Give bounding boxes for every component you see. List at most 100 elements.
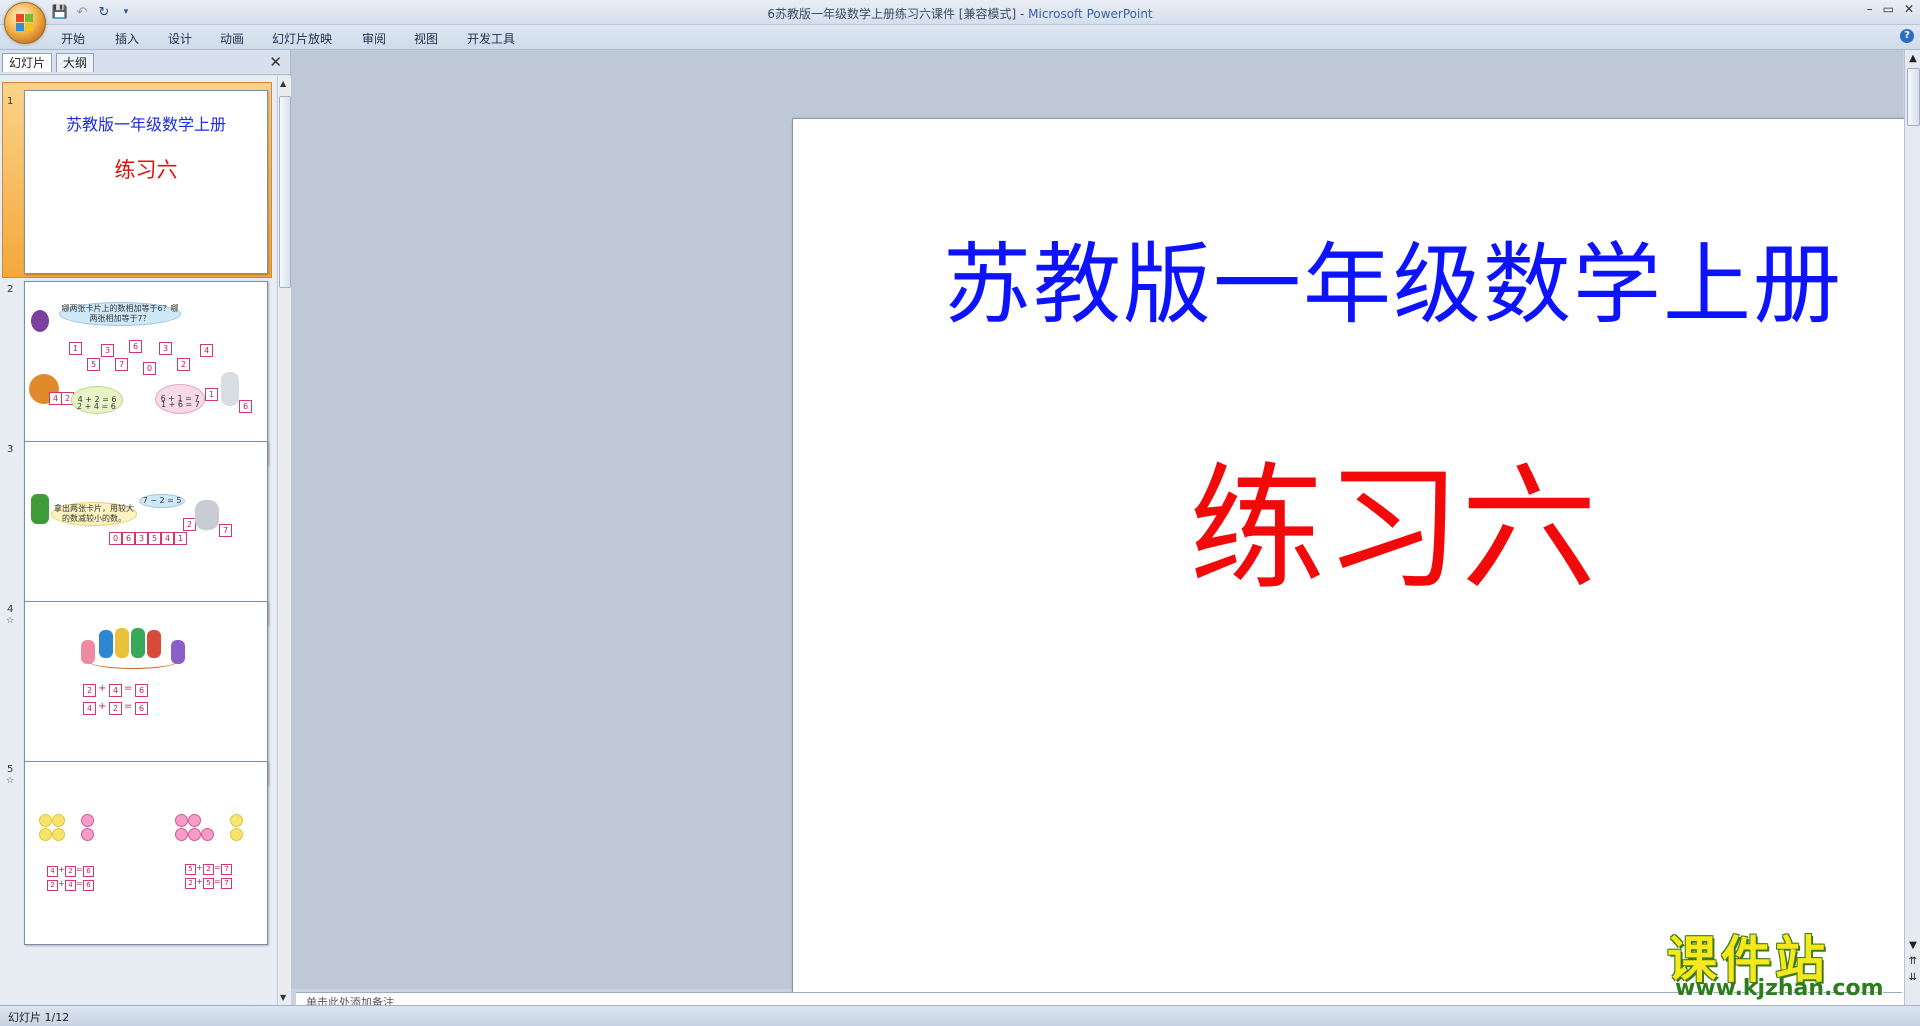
- number-card: 5: [203, 878, 214, 889]
- number-card: 6: [122, 532, 135, 545]
- watermark-url: www.kjzhan.com: [1675, 976, 1884, 1001]
- number-card: 1: [205, 388, 218, 401]
- thumbnail-number: 5: [7, 764, 14, 775]
- thumbnail-subtitle: 练习六: [114, 158, 178, 182]
- title-bar: 💾 ↶ ↻ ▾ 6苏教版一年级数学上册练习六课件 [兼容模式] - Micros…: [0, 0, 1920, 25]
- thumbnail-title: 苏教版一年级数学上册: [65, 115, 226, 134]
- number-card: 4: [83, 702, 96, 715]
- tab-home[interactable]: 开始: [61, 30, 85, 47]
- operator: =: [124, 701, 133, 712]
- thumbnail-number: 4: [7, 604, 14, 615]
- dinosaur-character-icon: [31, 494, 49, 524]
- close-button[interactable]: ✕: [1904, 2, 1914, 16]
- office-logo-icon: [16, 14, 34, 32]
- operator: +: [58, 879, 65, 888]
- notes-pane[interactable]: 单击此处添加备注: [296, 992, 1902, 1005]
- number-card: 4: [161, 532, 174, 545]
- scroll-down-arrow-icon[interactable]: ▼: [1907, 940, 1919, 951]
- operator: =: [124, 683, 133, 694]
- equation-bubble-right: 6 + 1 = 7: [155, 384, 205, 414]
- number-card: 7: [115, 358, 128, 371]
- window-title: 6苏教版一年级数学上册练习六课件 [兼容模式] - Microsoft Powe…: [0, 5, 1920, 22]
- close-panel-icon[interactable]: ✕: [269, 53, 282, 71]
- tab-animations[interactable]: 动画: [220, 30, 244, 47]
- tab-insert[interactable]: 插入: [115, 30, 139, 47]
- number-card: 4: [109, 684, 122, 697]
- rabbit-character-icon: [221, 372, 239, 406]
- operator: =: [214, 863, 221, 872]
- thumbnail-number: 3: [7, 444, 14, 455]
- operator: =: [214, 877, 221, 886]
- previous-slide-icon[interactable]: ⇈: [1907, 956, 1919, 967]
- number-card: 2: [185, 878, 196, 889]
- scrollbar-thumb[interactable]: [1907, 68, 1920, 126]
- number-card: 6: [83, 866, 94, 877]
- tab-review[interactable]: 审阅: [362, 30, 386, 47]
- number-card: 7: [221, 864, 232, 875]
- slide-thumbnail-3[interactable]: 拿出两张卡片，用较大的数减较小的数。 7 − 2 = 5 0 6 3 5 4 1…: [24, 441, 268, 625]
- number-card: 5: [148, 532, 161, 545]
- slide-scrollbar[interactable]: ▲ ▼ ⇈ ⇊: [1904, 50, 1920, 1005]
- slide-title[interactable]: 苏教版一年级数学上册: [793, 214, 1920, 341]
- slides-panel: 幻灯片 大纲 ✕ 1 苏教版一年级数学上册 练习六 2 哪两张卡片上的数相加等于…: [0, 50, 291, 1005]
- number-card: 2: [83, 684, 96, 697]
- animation-star-icon: ☆: [6, 616, 15, 626]
- eggplant-character-icon: [31, 310, 49, 332]
- number-card: 6: [135, 684, 148, 697]
- operator: =: [76, 865, 83, 874]
- tab-view[interactable]: 视图: [414, 30, 438, 47]
- tab-outline[interactable]: 大纲: [56, 53, 95, 72]
- tab-slides[interactable]: 幻灯片: [2, 53, 53, 72]
- number-card: 4: [47, 866, 58, 877]
- number-card: 4: [65, 880, 76, 891]
- operator: +: [98, 701, 107, 712]
- window-controls: – ▭ ✕: [1867, 2, 1914, 16]
- panel-tabs: 幻灯片 大纲 ✕: [0, 50, 290, 75]
- app-name: Microsoft PowerPoint: [1028, 7, 1153, 21]
- current-slide[interactable]: 苏教版一年级数学上册 练习六: [792, 118, 1920, 1020]
- next-slide-icon[interactable]: ⇊: [1907, 972, 1919, 983]
- scroll-up-arrow-icon[interactable]: ▲: [1907, 53, 1919, 64]
- number-card: 2: [177, 358, 190, 371]
- slide-indicator: 幻灯片 1/12: [8, 1011, 70, 1024]
- minimize-button[interactable]: –: [1867, 2, 1873, 16]
- tab-developer[interactable]: 开发工具: [467, 30, 515, 47]
- number-card: 6: [239, 400, 252, 413]
- thumbnail-speech-bubble: 哪两张卡片上的数相加等于6？哪两张相加等于7？: [59, 302, 181, 326]
- thumbnail-scrollbar[interactable]: ▲ ▼: [277, 76, 291, 1005]
- number-card: 2: [65, 866, 76, 877]
- scroll-down-arrow-icon[interactable]: ▼: [280, 993, 286, 1002]
- restore-button[interactable]: ▭: [1883, 2, 1894, 16]
- number-card: 2: [203, 864, 214, 875]
- tab-slideshow[interactable]: 幻灯片放映: [272, 30, 332, 47]
- number-card: 3: [135, 532, 148, 545]
- slide-thumbnail-2[interactable]: 哪两张卡片上的数相加等于6？哪两张相加等于7？ 1 3 6 3 4 5 7 0 …: [24, 281, 268, 465]
- number-card: 0: [109, 532, 122, 545]
- scroll-up-arrow-icon[interactable]: ▲: [280, 79, 286, 88]
- number-card: 1: [69, 342, 82, 355]
- tab-design[interactable]: 设计: [168, 30, 192, 47]
- slide-thumbnail-5[interactable]: 4 + 2 = 6 2 + 4 = 6 5 + 2 = 7 2 + 5 = 7: [24, 761, 268, 945]
- number-card: 0: [143, 362, 156, 375]
- office-button[interactable]: [4, 2, 46, 44]
- ribbon-tabs: 开始 插入 设计 动画 幻灯片放映 审阅 视图 开发工具 ?: [0, 25, 1920, 50]
- scrollbar-thumb[interactable]: [279, 96, 291, 288]
- number-card: 5: [87, 358, 100, 371]
- number-card: 7: [221, 878, 232, 889]
- slide-editing-area: 苏教版一年级数学上册 练习六: [291, 50, 1920, 1020]
- thumbnail-speech-bubble: 拿出两张卡片，用较大的数减较小的数。: [51, 502, 137, 526]
- slide-thumbnail-1[interactable]: 苏教版一年级数学上册 练习六: [24, 90, 268, 274]
- number-card: 3: [101, 344, 114, 357]
- equation-bubble: 7 − 2 = 5: [139, 494, 185, 508]
- document-title: 6苏教版一年级数学上册练习六课件 [兼容模式] -: [767, 7, 1029, 21]
- slide-thumbnail-4[interactable]: 2 + 4 = 6 4 + 2 = 6: [24, 601, 268, 785]
- slide-subtitle[interactable]: 练习六: [793, 419, 1920, 616]
- number-card: 5: [185, 864, 196, 875]
- number-card: 6: [135, 702, 148, 715]
- operator: +: [196, 863, 203, 872]
- equation-text: 2 + 4 = 6: [77, 402, 116, 411]
- thumbnail-number: 2: [7, 284, 14, 295]
- number-card: 3: [159, 342, 172, 355]
- help-icon[interactable]: ?: [1900, 29, 1914, 43]
- notes-placeholder: 单击此处添加备注: [306, 996, 394, 1005]
